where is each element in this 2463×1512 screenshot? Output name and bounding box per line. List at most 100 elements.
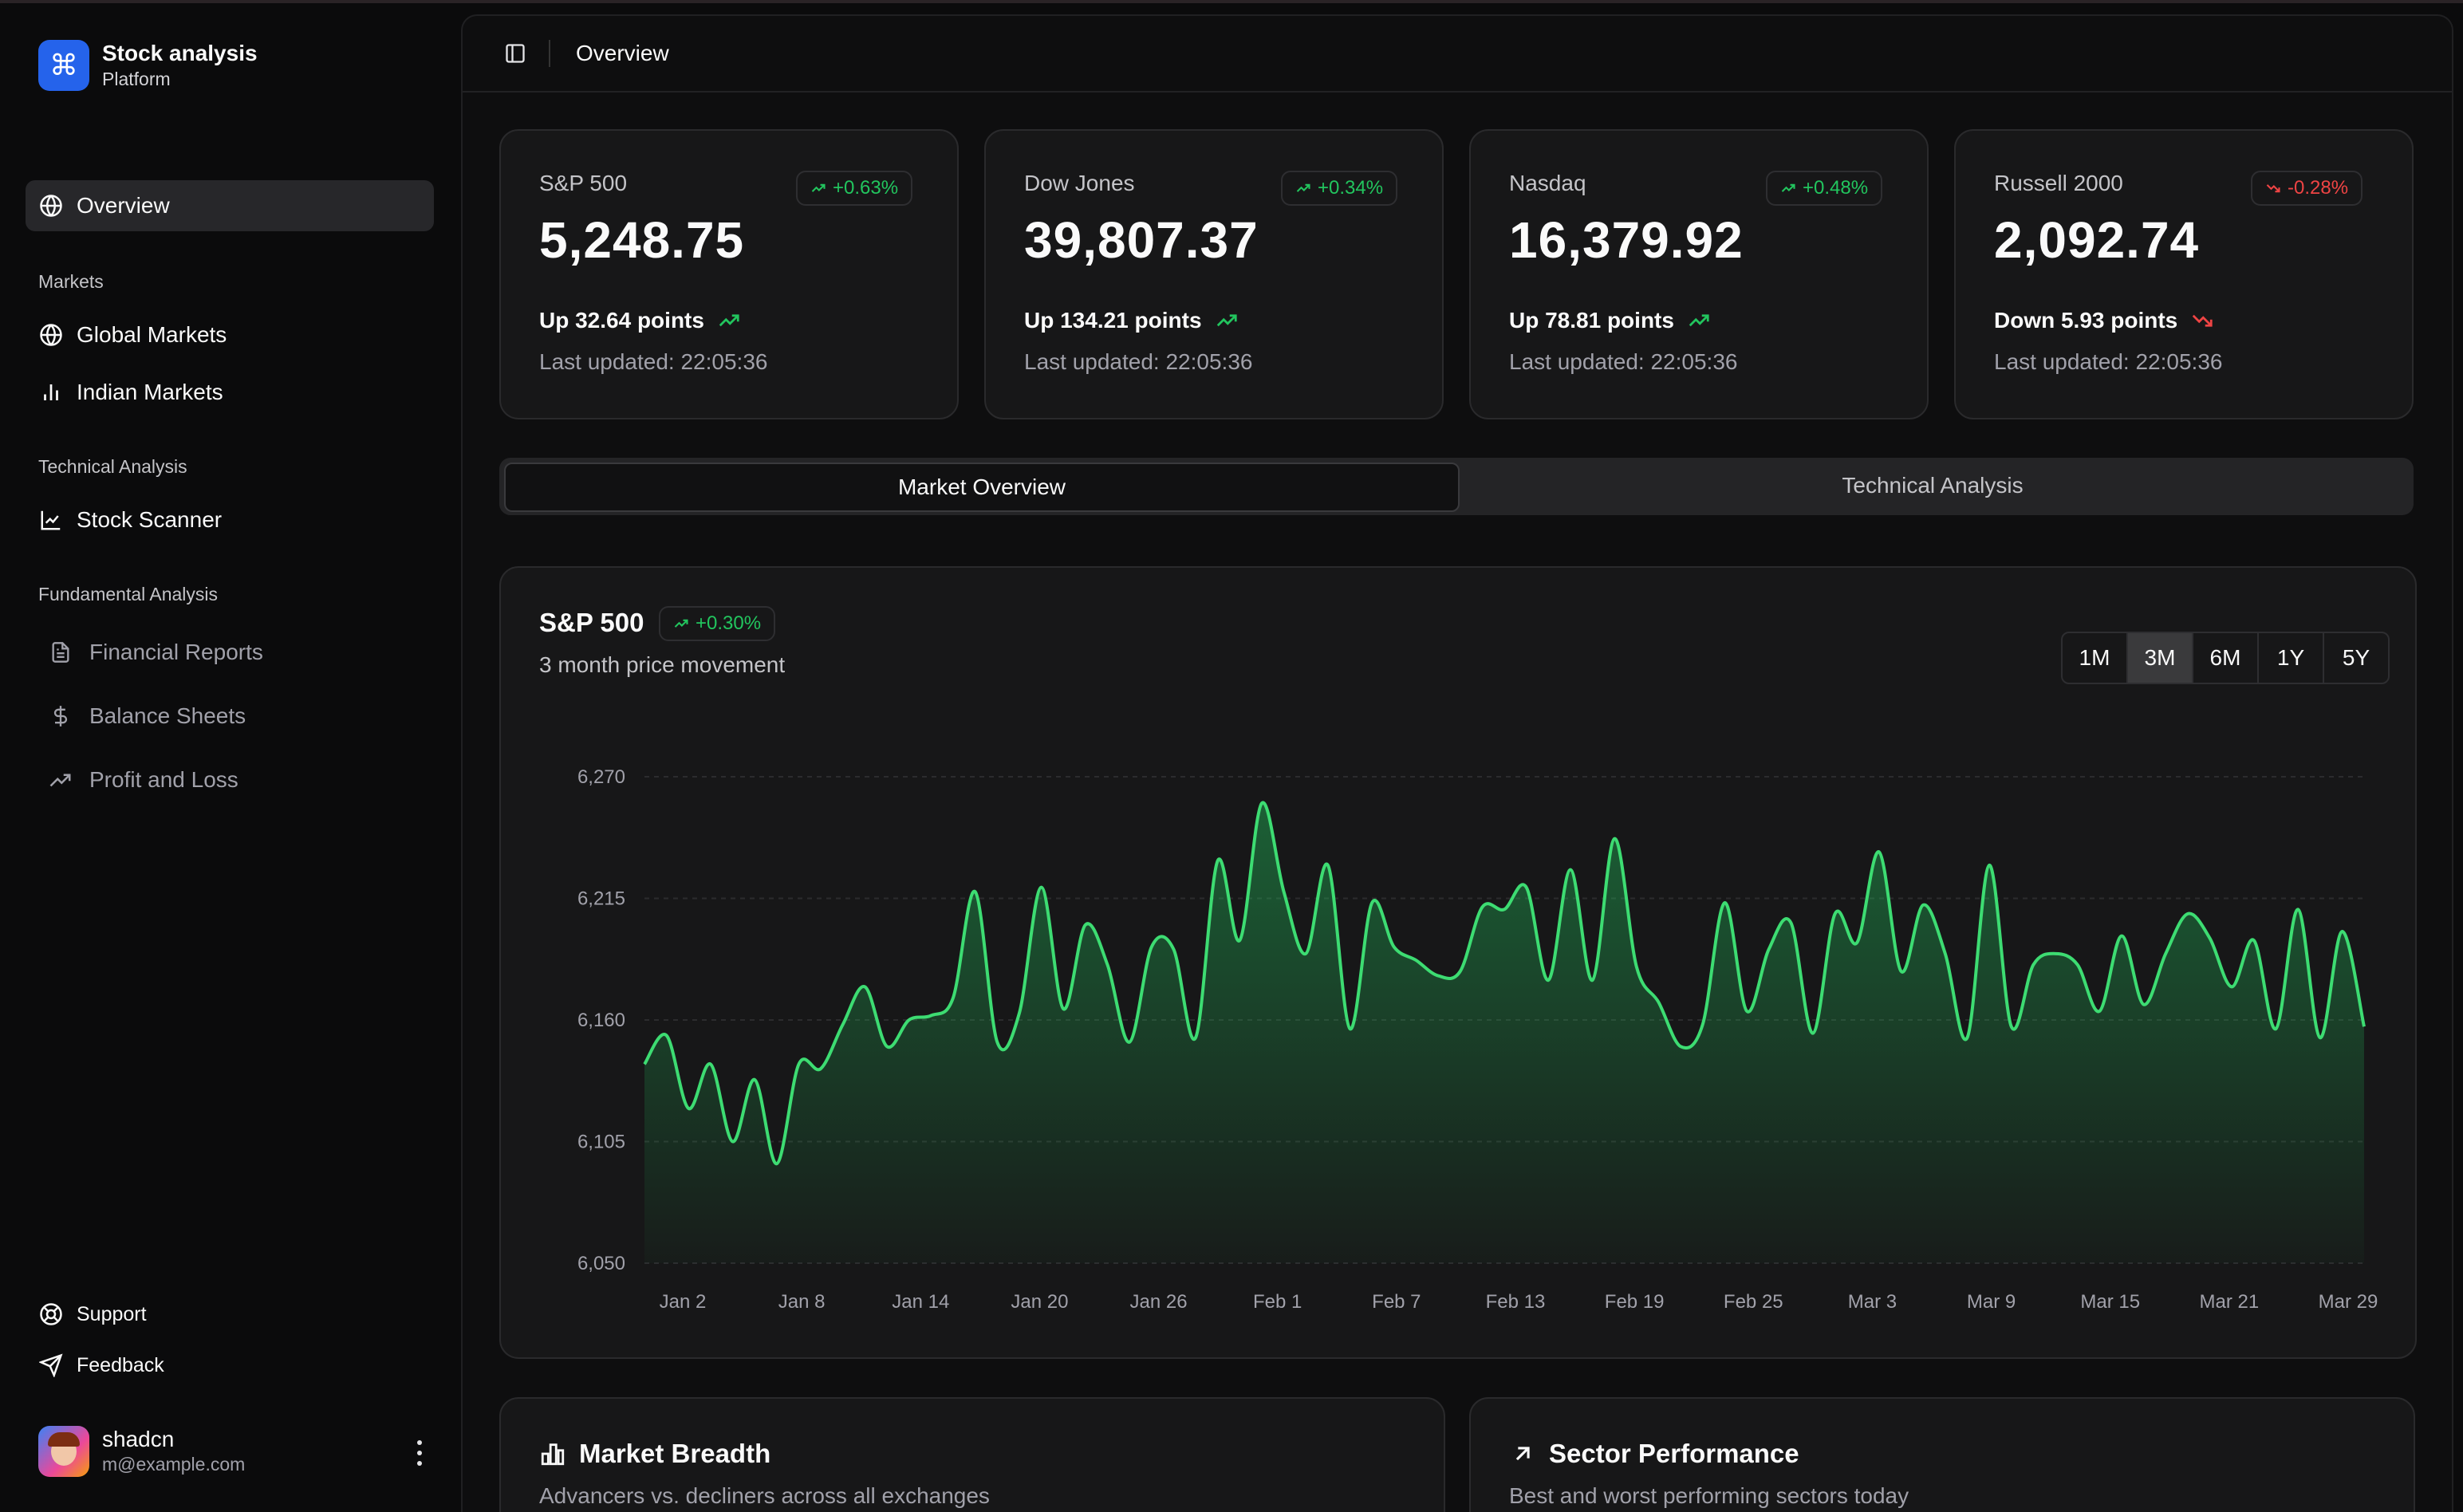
last-updated: Last updated: 22:05:36 — [539, 349, 768, 374]
sidebar-item-global-markets[interactable]: Global Markets — [26, 311, 434, 359]
sidebar-item-financial-reports[interactable]: Financial Reports — [45, 628, 428, 676]
range-selector: 1M 3M 6M 1Y 5Y — [2061, 632, 2390, 684]
change-badge: +0.48% — [1766, 171, 1883, 206]
market-breadth-card: Market Breadth Advancers vs. decliners a… — [499, 1397, 1445, 1512]
sidebar-item-label: Balance Sheets — [89, 703, 246, 728]
globe-icon — [38, 322, 64, 348]
stat-change: Up 78.81 points — [1509, 308, 1711, 333]
sidebar-item-overview[interactable]: Overview — [26, 180, 434, 231]
x-tick-label: Jan 14 — [892, 1291, 949, 1313]
card-title-label: Market Breadth — [579, 1439, 771, 1468]
change-badge-label: +0.34% — [1318, 177, 1384, 199]
sidebar-item-label: Overview — [77, 193, 170, 218]
page-title: Overview — [576, 41, 669, 65]
send-icon — [38, 1353, 64, 1378]
x-tick-label: Feb 25 — [1724, 1291, 1783, 1313]
change-badge: +0.34% — [1281, 171, 1398, 206]
line-chart-icon — [38, 507, 64, 533]
stat-card-russell-2000: Russell 2000 -0.28% 2,092.74 Down 5.93 p… — [1954, 129, 2414, 419]
range-button-1y[interactable]: 1Y — [2257, 633, 2323, 683]
stat-value: 39,807.37 — [1024, 211, 1259, 269]
app-title: Stock analysis — [102, 41, 258, 65]
section-label-markets: Markets — [38, 271, 104, 292]
stat-name: Russell 2000 — [1994, 171, 2123, 195]
sidebar: ⌘ Stock analysis Platform Overview Marke… — [0, 3, 459, 1510]
x-tick-label: Mar 9 — [1967, 1291, 2016, 1313]
stat-card-sp500: S&P 500 +0.63% 5,248.75 Up 32.64 points … — [499, 129, 959, 419]
range-button-3m[interactable]: 3M — [2126, 633, 2192, 683]
tab-technical-analysis[interactable]: Technical Analysis — [1456, 463, 2409, 509]
trending-down-icon — [2190, 309, 2214, 333]
x-tick-label: Jan 2 — [660, 1291, 707, 1313]
trending-up-icon — [673, 616, 689, 632]
card-title: Sector Performance — [1509, 1439, 1799, 1469]
main-panel: Overview S&P 500 +0.63% 5,248.75 Up 32.6… — [461, 14, 2453, 1512]
price-chart-card: 6,050 6,105 6,160 6,215 6,270 Jan 2 Jan 8 Jan 1… — [499, 566, 2417, 1359]
sidebar-item-stock-scanner[interactable]: Stock Scanner — [26, 496, 434, 544]
x-tick-label: Feb 13 — [1486, 1291, 1546, 1313]
more-vertical-icon[interactable] — [410, 1437, 429, 1469]
last-updated: Last updated: 22:05:36 — [1509, 349, 1738, 374]
x-tick-label: Jan 8 — [778, 1291, 826, 1313]
stat-value: 5,248.75 — [539, 211, 745, 269]
sidebar-item-label: Indian Markets — [77, 380, 223, 404]
command-icon: ⌘ — [38, 40, 89, 91]
chart-subtitle: 3 month price movement — [539, 652, 786, 677]
last-updated: Last updated: 22:05:36 — [1994, 349, 2223, 374]
stat-change-label: Up 78.81 points — [1509, 308, 1674, 333]
view-tabs: Market Overview Technical Analysis — [499, 458, 2414, 515]
support-label: Support — [77, 1302, 147, 1325]
card-subtitle: Best and worst performing sectors today — [1509, 1483, 1909, 1508]
sidebar-item-label: Global Markets — [77, 322, 227, 347]
range-button-5y[interactable]: 5Y — [2323, 633, 2388, 683]
stat-change: Down 5.93 points — [1994, 308, 2214, 333]
trending-up-icon — [810, 180, 826, 196]
sidebar-item-profit-and-loss[interactable]: Profit and Loss — [45, 756, 428, 804]
feedback-link[interactable]: Feedback — [26, 1346, 265, 1384]
x-tick-label: Jan 20 — [1011, 1291, 1068, 1313]
tab-market-overview[interactable]: Market Overview — [504, 463, 1460, 512]
trending-up-icon — [1780, 180, 1796, 196]
brand[interactable]: ⌘ Stock analysis Platform — [38, 40, 258, 91]
chart-title: S&P 500 — [539, 608, 644, 637]
sidebar-toggle-icon[interactable] — [502, 41, 528, 66]
stat-name: S&P 500 — [539, 171, 628, 195]
change-badge: +0.63% — [796, 171, 913, 206]
card-title-label: Sector Performance — [1549, 1439, 1799, 1468]
stat-card-nasdaq: Nasdaq +0.48% 16,379.92 Up 78.81 points … — [1469, 129, 1929, 419]
chart-change-badge: +0.30% — [659, 606, 776, 641]
bar-chart-icon — [38, 380, 64, 405]
app-subtitle: Platform — [102, 69, 171, 89]
trending-up-icon — [1215, 309, 1239, 333]
section-label-technical-analysis: Technical Analysis — [38, 456, 187, 477]
dollar-icon — [48, 703, 73, 729]
last-updated: Last updated: 22:05:36 — [1024, 349, 1253, 374]
x-tick-label: Mar 3 — [1848, 1291, 1897, 1313]
x-tick-label: Mar 21 — [2200, 1291, 2260, 1313]
support-link[interactable]: Support — [26, 1295, 265, 1333]
range-button-1m[interactable]: 1M — [2063, 633, 2126, 683]
range-button-6m[interactable]: 6M — [2192, 633, 2257, 683]
x-tick-label: Mar 29 — [2319, 1291, 2378, 1313]
file-text-icon — [48, 640, 73, 665]
sidebar-item-label: Profit and Loss — [89, 767, 238, 792]
feedback-label: Feedback — [77, 1353, 164, 1376]
sidebar-item-indian-markets[interactable]: Indian Markets — [26, 368, 434, 416]
chart-change-badge-label: +0.30% — [696, 612, 762, 634]
stat-value: 2,092.74 — [1994, 211, 2200, 269]
sidebar-item-balance-sheets[interactable]: Balance Sheets — [45, 692, 428, 740]
trending-up-icon — [717, 309, 741, 333]
globe-icon — [38, 193, 64, 219]
stat-change-label: Up 32.64 points — [539, 308, 704, 333]
change-badge-label: +0.48% — [1803, 177, 1869, 199]
section-label-fundamental-analysis: Fundamental Analysis — [38, 584, 219, 604]
trending-up-icon — [1687, 309, 1711, 333]
trending-up-icon — [48, 767, 73, 793]
card-title: Market Breadth — [539, 1439, 770, 1469]
stat-name: Nasdaq — [1509, 171, 1586, 195]
stat-value: 16,379.92 — [1509, 211, 1744, 269]
user-menu[interactable]: shadcn m@example.com — [38, 1426, 429, 1477]
x-tick-label: Feb 1 — [1253, 1291, 1302, 1313]
x-tick-label: Jan 26 — [1130, 1291, 1188, 1313]
y-tick-label: 6,160 — [577, 1010, 625, 1031]
